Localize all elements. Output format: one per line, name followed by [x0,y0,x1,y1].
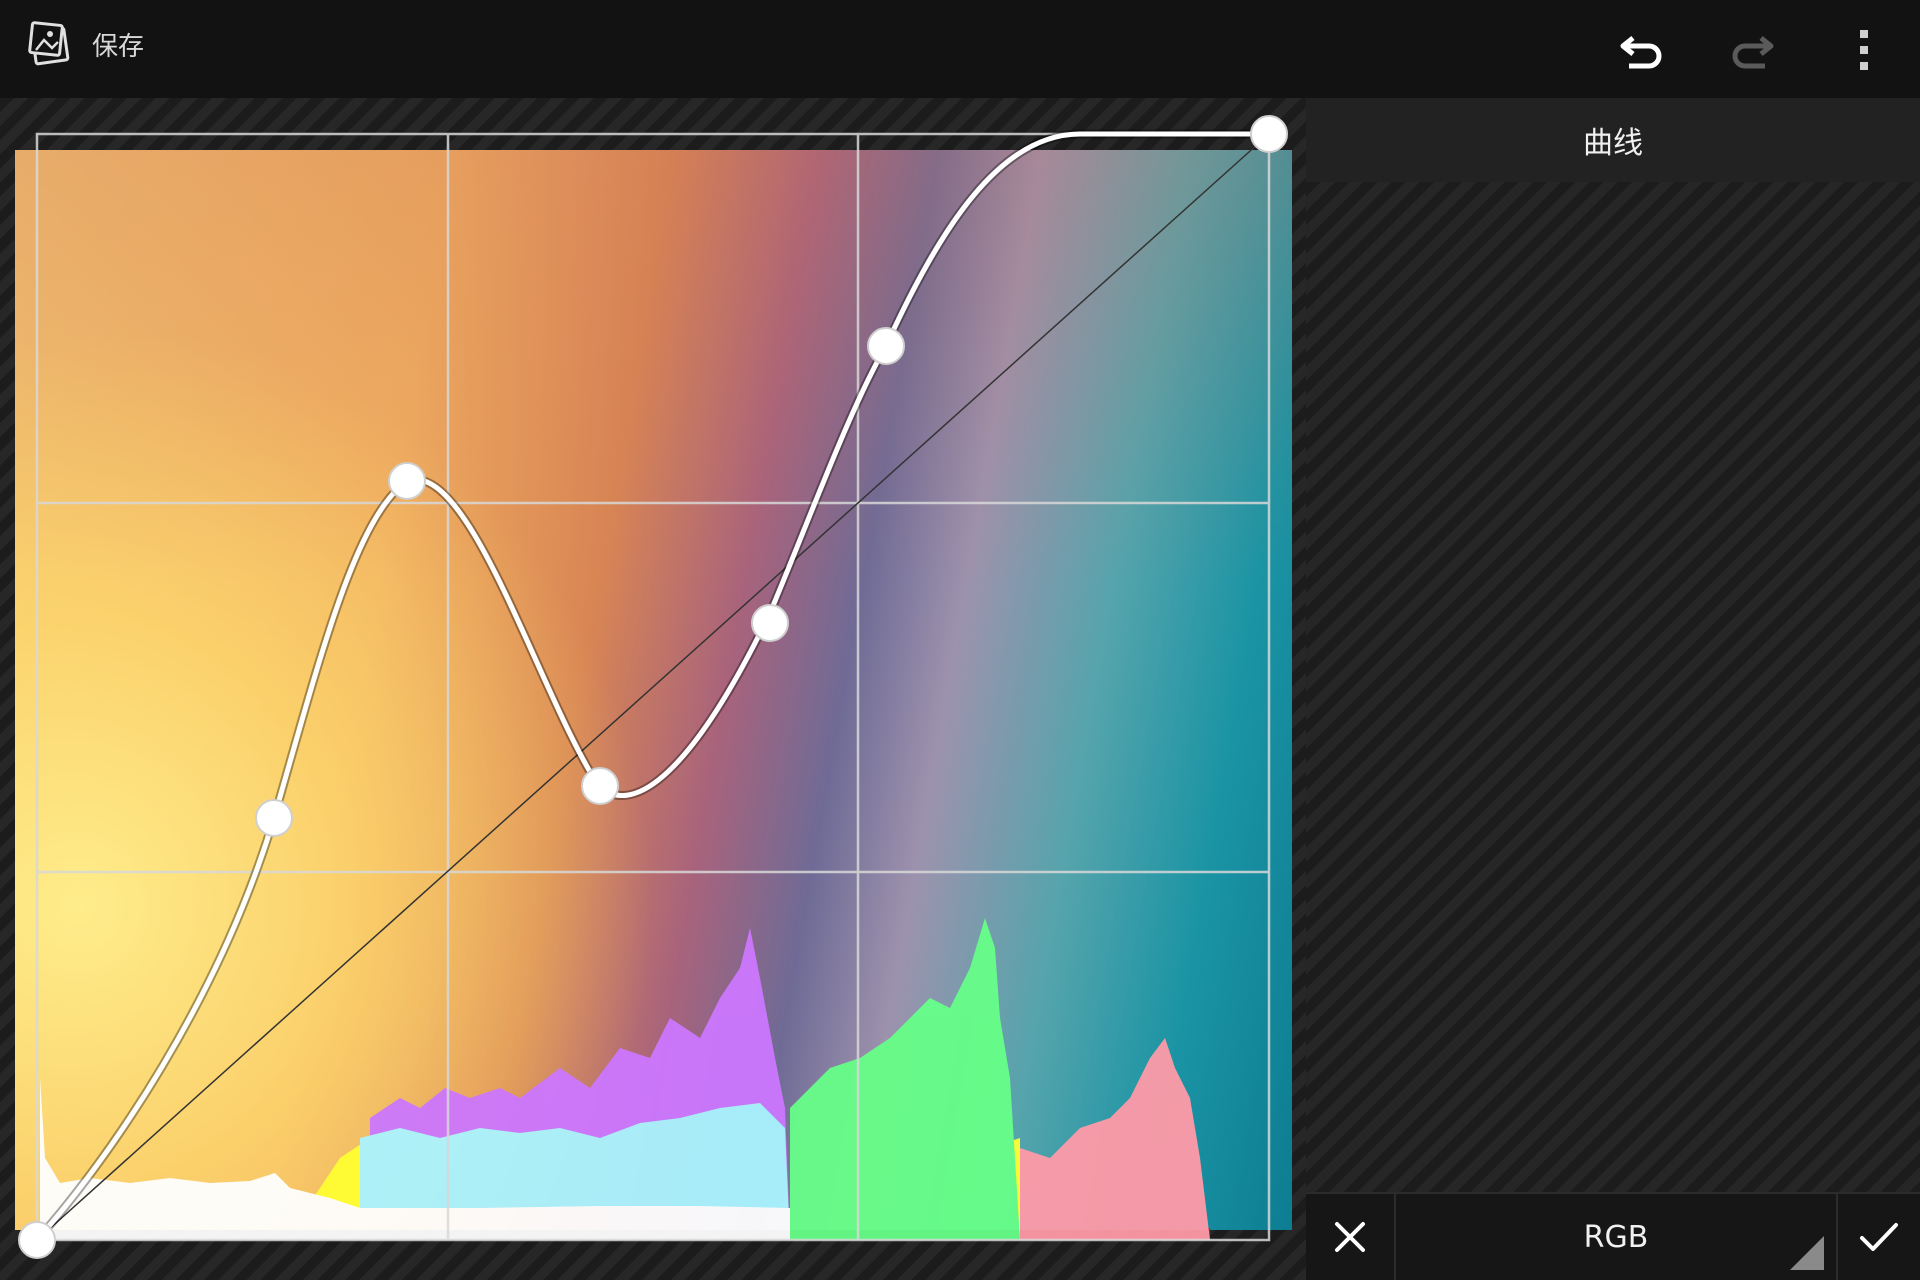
channel-selector[interactable]: RGB [1396,1194,1838,1280]
redo-button[interactable] [1722,20,1782,80]
control-point-2[interactable] [388,462,426,500]
control-point-4[interactable] [751,604,789,642]
curves-editor[interactable] [0,98,1306,1280]
panel-title: 曲线 [1306,98,1920,182]
bottom-action-bar: RGB [1306,1192,1920,1280]
photo-editor-app-icon[interactable] [28,20,74,68]
check-icon [1860,1223,1898,1251]
redo-icon [1732,36,1774,69]
close-icon [1335,1222,1365,1252]
save-button[interactable]: 保存 [92,26,144,63]
top-toolbar: 保存 [0,0,1920,98]
undo-icon [1620,36,1662,69]
cancel-button[interactable] [1306,1194,1396,1280]
curves-side-panel: 曲线 RGB [1306,98,1920,1280]
undo-button[interactable] [1612,20,1672,80]
histogram-green [790,918,1020,1240]
channel-label: RGB [1583,1219,1649,1255]
histogram-pink [1020,1038,1210,1240]
control-point-6[interactable] [1250,115,1288,153]
overflow-menu-button[interactable] [1834,20,1894,80]
control-point-5[interactable] [867,327,905,365]
control-point-0[interactable] [18,1221,56,1259]
control-point-3[interactable] [581,767,619,805]
control-point-1[interactable] [255,799,293,837]
apply-button[interactable] [1838,1194,1920,1280]
overflow-menu-icon [1860,30,1868,70]
dropdown-corner-icon [1790,1236,1824,1270]
